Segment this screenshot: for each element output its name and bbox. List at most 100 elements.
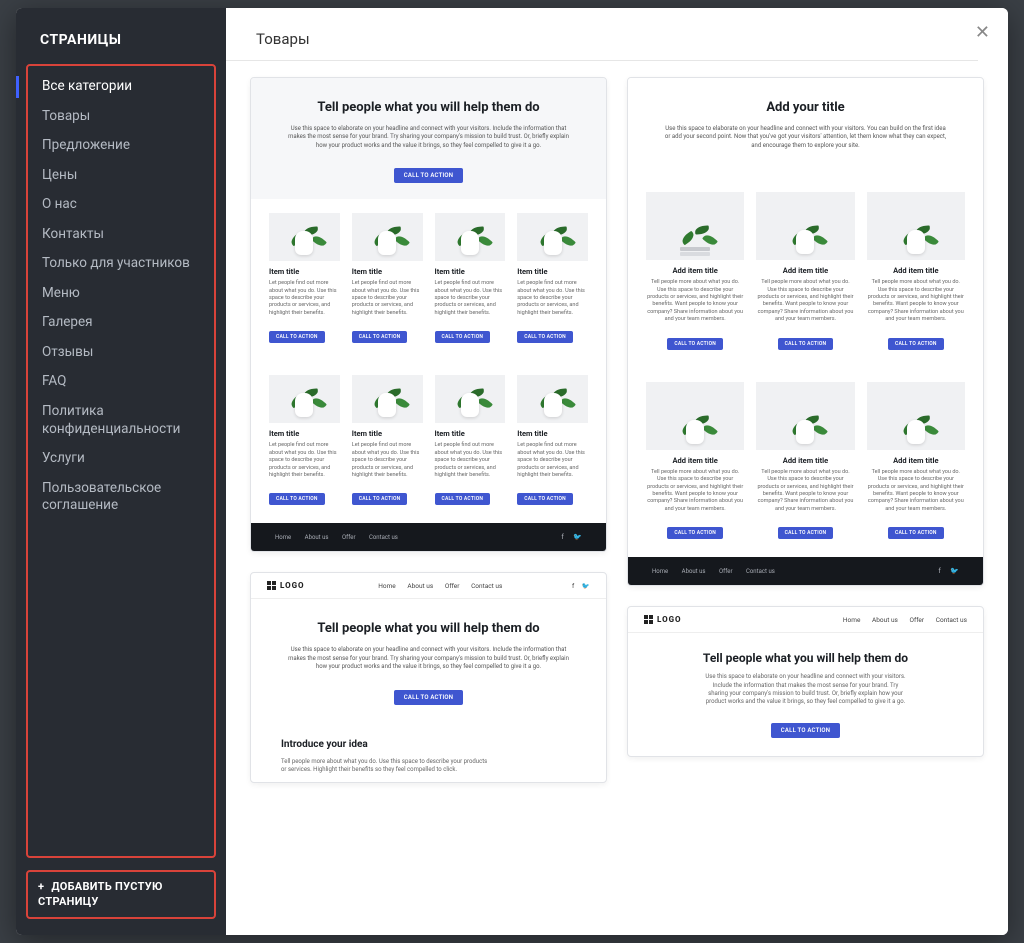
product-item-title: Add item title	[646, 456, 744, 465]
category-offer[interactable]: Предложение	[28, 131, 214, 161]
product-thumb	[867, 382, 965, 450]
tpl3-intro: Introduce your idea Tell people more abo…	[251, 721, 606, 783]
product-item-cta: CALL TO ACTION	[517, 331, 573, 343]
category-products[interactable]: Товары	[28, 102, 214, 132]
facebook-icon: f	[572, 582, 574, 590]
tpl3-intro-title: Introduce your idea	[281, 739, 576, 750]
tpl1-items-row1: Item title Let people find out more about…	[251, 199, 606, 361]
category-all[interactable]: Все категории	[28, 72, 214, 102]
category-reviews[interactable]: Отзывы	[28, 338, 214, 368]
product-thumb	[517, 375, 588, 423]
tpl2-items-row2: Add item title Tell people more about wha…	[628, 368, 983, 558]
product-item-cta: CALL TO ACTION	[352, 331, 408, 343]
product-item-desc: Tell people more about what you do. Use …	[867, 279, 965, 324]
template-card-1[interactable]: Tell people what you will help them do U…	[250, 77, 607, 552]
product-thumb	[867, 192, 965, 260]
product-item-desc: Tell people more about what you do. Use …	[756, 469, 854, 514]
category-faq[interactable]: FAQ	[28, 367, 214, 397]
product-item-title: Add item title	[867, 456, 965, 465]
plus-icon: +	[38, 880, 44, 893]
tpl2-footer-links: Home About us Offer Contact us	[652, 568, 787, 575]
tpl3-header: LOGO Home About us Offer Contact us f 🐦	[251, 573, 606, 599]
template-card-3[interactable]: LOGO Home About us Offer Contact us f 🐦	[250, 572, 607, 783]
tpl2-items-row1: Add item title Tell people more about wha…	[628, 178, 983, 368]
product-item: Item titleLet people find out more about…	[352, 375, 423, 505]
product-item-title: Add item title	[867, 266, 965, 275]
template-card-2[interactable]: Add your title Use this space to elabora…	[627, 77, 984, 586]
add-blank-page-label: ДОБАВИТЬ ПУСТУЮ СТРАНИЦУ	[38, 880, 163, 907]
product-item: Item title Let people find out more about…	[352, 213, 423, 343]
product-item-desc: Tell people more about what you do. Use …	[646, 279, 744, 324]
product-item: Add item titleTell people more about wha…	[867, 382, 965, 540]
product-item-cta: CALL TO ACTION	[667, 338, 723, 350]
add-blank-page-button: + ДОБАВИТЬ ПУСТУЮ СТРАНИЦУ	[38, 880, 204, 909]
product-thumb	[352, 213, 423, 261]
product-item-cta: CALL TO ACTION	[269, 493, 325, 505]
tpl1-items-row2: Item title Let people find out more about…	[251, 361, 606, 523]
product-thumb	[646, 382, 744, 450]
main-title: Товары	[226, 8, 978, 61]
product-thumb	[352, 375, 423, 423]
product-thumb	[435, 213, 506, 261]
product-thumb	[756, 382, 854, 450]
product-item-cta: CALL TO ACTION	[778, 527, 834, 539]
product-item-desc: Let people find out more about what you …	[517, 442, 588, 479]
product-item: Item title Let people find out more about…	[517, 375, 588, 505]
category-menu[interactable]: Меню	[28, 279, 214, 309]
product-item-cta: CALL TO ACTION	[435, 493, 491, 505]
product-item-desc: Let people find out more about what you …	[517, 280, 588, 317]
category-about[interactable]: О нас	[28, 190, 214, 220]
close-button[interactable]: ✕	[975, 22, 990, 43]
tpl1-footer: Home About us Offer Contact us f 🐦	[251, 523, 606, 551]
add-blank-page-wrap[interactable]: + ДОБАВИТЬ ПУСТУЮ СТРАНИЦУ	[26, 870, 216, 919]
tpl2-footer: Home About us Offer Contact us f 🐦	[628, 557, 983, 585]
product-item: Item titleLet people find out more about…	[269, 375, 340, 505]
product-item-cta: CALL TO ACTION	[888, 338, 944, 350]
product-item-title: Add item title	[756, 266, 854, 275]
product-item: Add item titleTell people more about wha…	[756, 192, 854, 350]
template-column-right: Add your title Use this space to elabora…	[627, 77, 984, 757]
sidebar-title: СТРАНИЦЫ	[16, 32, 226, 64]
tpl3-logo: LOGO	[267, 581, 305, 590]
category-privacy[interactable]: Политика конфиденциальности	[28, 397, 214, 444]
tpl4-hero-title: Tell people what you will help them do	[658, 651, 953, 665]
category-members-only[interactable]: Только для участников	[28, 249, 214, 279]
tpl2-footer-social: f 🐦	[930, 567, 959, 575]
tpl3-nav: Home About us Offer Contact us	[368, 582, 502, 590]
tpl3-hero-title: Tell people what you will help them do	[285, 621, 572, 636]
tpl3-hero-sub: Use this space to elaborate on your head…	[285, 646, 572, 671]
category-gallery[interactable]: Галерея	[28, 308, 214, 338]
product-item-desc: Let people find out more about what you …	[352, 442, 423, 479]
category-contacts[interactable]: Контакты	[28, 220, 214, 250]
product-thumb	[269, 375, 340, 423]
main-panel: ✕ Товары Tell people what you will help …	[226, 8, 1008, 935]
template-grid[interactable]: Tell people what you will help them do U…	[226, 61, 1008, 935]
product-item-title: Add item title	[756, 456, 854, 465]
tpl1-footer-social: f 🐦	[553, 533, 582, 541]
tpl1-hero: Tell people what you will help them do U…	[251, 78, 606, 199]
product-item-title: Item title	[352, 267, 423, 276]
tpl4-nav: Home About us Offer Contact us	[833, 616, 967, 624]
product-item-desc: Let people find out more about what you …	[269, 280, 340, 317]
product-thumb	[756, 192, 854, 260]
tpl2-hero-sub: Use this space to elaborate on your head…	[662, 125, 949, 150]
product-item-title: Item title	[269, 267, 340, 276]
product-item: Item title Let people find out more about…	[269, 213, 340, 343]
product-item-cta: CALL TO ACTION	[778, 338, 834, 350]
product-item-title: Item title	[269, 429, 340, 438]
product-item: Add item title Tell people more about wha…	[756, 382, 854, 540]
product-item-title: Item title	[517, 429, 588, 438]
product-item-desc: Let people find out more about what you …	[352, 280, 423, 317]
tpl4-hero: Tell people what you will help them do U…	[628, 633, 983, 756]
tpl4-logo: LOGO	[644, 615, 682, 624]
product-thumb	[435, 375, 506, 423]
tpl1-hero-cta: CALL TO ACTION	[394, 168, 463, 183]
product-item-cta: CALL TO ACTION	[667, 527, 723, 539]
template-card-4[interactable]: LOGO Home About us Offer Contact us Tell…	[627, 606, 984, 757]
category-services[interactable]: Услуги	[28, 444, 214, 474]
logo-mark-icon	[267, 581, 276, 590]
category-terms[interactable]: Пользовательское соглашение	[28, 474, 214, 521]
product-item: Item titleLet people find out more about…	[435, 213, 506, 343]
tpl2-hero: Add your title Use this space to elabora…	[628, 78, 983, 178]
category-prices[interactable]: Цены	[28, 161, 214, 191]
